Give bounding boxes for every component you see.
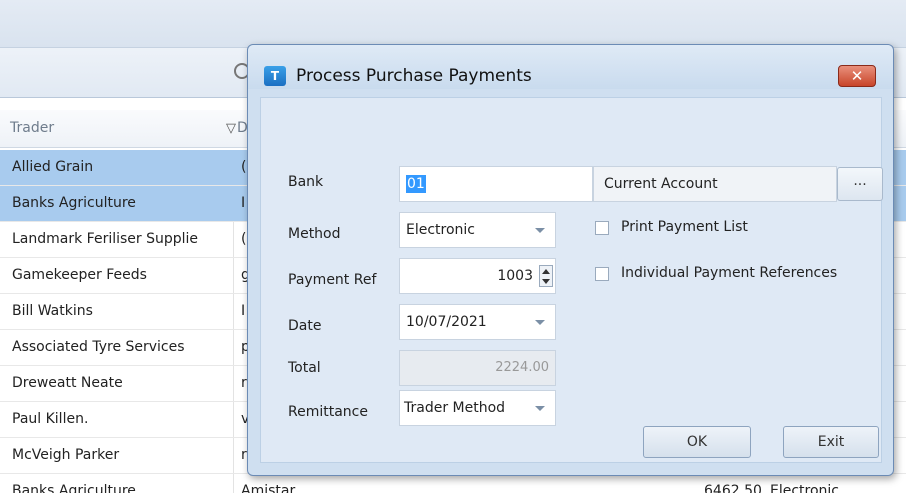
remittance-select[interactable]: Trader Method — [399, 390, 556, 426]
spin-up-icon[interactable] — [542, 269, 550, 274]
dialog-title: Process Purchase Payments — [296, 66, 532, 86]
date-picker[interactable]: 10/07/2021 — [399, 304, 556, 340]
remittance-label: Remittance — [288, 404, 368, 420]
dialog-body: Bank 01 Current Account ... Method Elect… — [260, 97, 883, 463]
total-field: 2224.00 — [399, 350, 556, 386]
process-purchase-payments-dialog: T Process Purchase Payments ✕ Bank 01 Cu… — [247, 44, 894, 476]
payment-ref-value: 1003 — [497, 268, 533, 284]
table-row[interactable]: Banks Agriculture Amistar 6462.50 Electr… — [0, 474, 906, 493]
dialog-titlebar[interactable]: T Process Purchase Payments ✕ — [248, 45, 893, 89]
spin-down-icon[interactable] — [542, 279, 550, 284]
cell-d: r — [241, 375, 247, 391]
print-payment-list-checkbox[interactable] — [595, 221, 609, 235]
bank-code-field[interactable]: 01 — [399, 166, 593, 202]
date-label: Date — [288, 318, 322, 334]
ok-button[interactable]: OK — [643, 426, 751, 458]
cell-trader: McVeigh Parker — [12, 447, 120, 463]
chevron-down-icon — [535, 320, 545, 325]
cell-trader: Gamekeeper Feeds — [12, 267, 147, 283]
close-button[interactable]: ✕ — [838, 65, 876, 87]
cell-trader: Landmark Feriliser Supplie — [12, 231, 199, 247]
bank-code-value: 01 — [406, 175, 426, 193]
remittance-value: Trader Method — [404, 400, 506, 416]
individual-payment-refs-checkbox[interactable] — [595, 267, 609, 281]
method-label: Method — [288, 226, 341, 242]
ribbon-area — [0, 0, 906, 48]
cell-trader: Dreweatt Neate — [12, 375, 123, 391]
chevron-down-icon — [535, 228, 545, 233]
date-value: 10/07/2021 — [406, 314, 487, 330]
chevron-down-icon — [535, 406, 545, 411]
cell-d: I — [241, 303, 246, 319]
exit-button[interactable]: Exit — [783, 426, 879, 458]
total-value: 2224.00 — [495, 360, 549, 375]
cell-d: ( — [241, 159, 247, 175]
total-label: Total — [288, 360, 321, 376]
cell-trader: Banks Agriculture — [12, 483, 136, 493]
bank-name-field: Current Account — [593, 166, 837, 202]
cell-trader: Allied Grain — [12, 159, 94, 175]
payment-ref-label: Payment Ref — [288, 272, 377, 288]
cell-trader: Banks Agriculture — [12, 195, 136, 211]
payment-ref-stepper[interactable]: 1003 — [399, 258, 556, 294]
cell-d: ( — [241, 231, 247, 247]
cell-method: Electronic — [770, 483, 840, 493]
bank-browse-button[interactable]: ... — [837, 167, 883, 201]
cell-trader: Bill Watkins — [12, 303, 93, 319]
individual-payment-refs-label: Individual Payment References — [621, 265, 838, 281]
cell-d: I — [241, 195, 246, 211]
app-icon: T — [264, 66, 286, 86]
cell-amount: 6462.50 — [704, 483, 762, 493]
bank-name-value: Current Account — [604, 176, 718, 192]
bank-label: Bank — [288, 174, 324, 190]
cell-trader: Associated Tyre Services — [12, 339, 185, 355]
method-value: Electronic — [406, 222, 476, 238]
cell-d: r — [241, 447, 247, 463]
print-payment-list-label: Print Payment List — [621, 219, 748, 235]
filter-icon[interactable]: ▽ — [226, 121, 236, 136]
cell-trader: Paul Killen. — [12, 411, 89, 427]
spin-buttons[interactable] — [539, 265, 553, 287]
cell-d: Amistar — [241, 483, 296, 493]
column-header-trader[interactable]: Trader — [10, 120, 54, 136]
method-select[interactable]: Electronic — [399, 212, 556, 248]
